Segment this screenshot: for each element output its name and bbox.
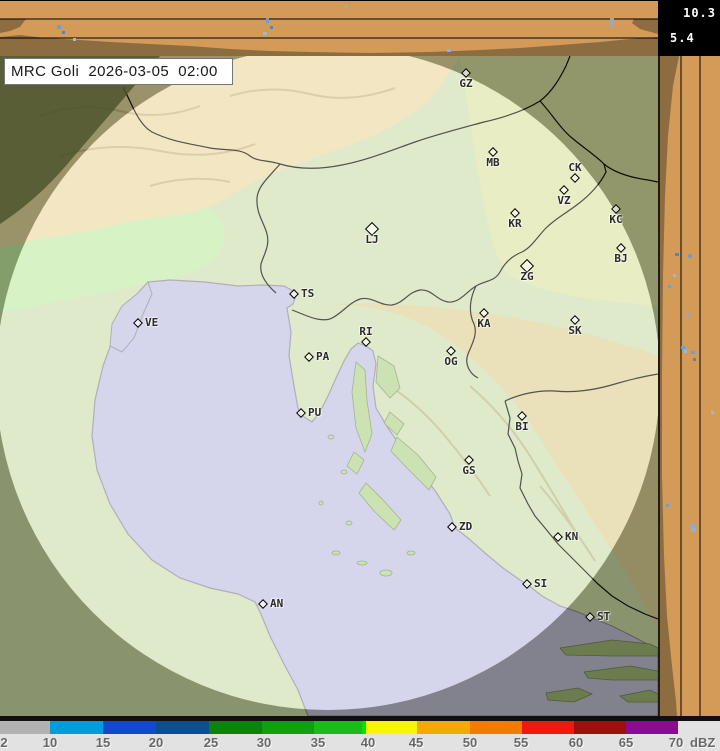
city-label-GZ: GZ <box>459 77 473 90</box>
right-echo-speck <box>675 253 679 256</box>
dbz-segment <box>366 721 417 734</box>
right-profile-graphic <box>658 56 720 716</box>
city-label-SK: SK <box>568 324 582 337</box>
dbz-tick-70: 70 <box>668 735 684 750</box>
right-echo-speck <box>691 351 695 354</box>
city-label-KR: KR <box>508 217 522 230</box>
top-echo-speck <box>270 26 273 29</box>
right-cross-section-profile <box>658 56 720 716</box>
city-label-VZ: VZ <box>557 194 571 207</box>
city-label-PA: PA <box>316 349 330 363</box>
top-echo-speck <box>62 31 65 34</box>
city-label-ZG: ZG <box>520 270 534 283</box>
dbz-tick-2: 2 <box>0 735 8 750</box>
dbz-segment <box>522 721 574 734</box>
radar-map <box>0 56 658 716</box>
dbz-tick-35: 35 <box>310 735 326 750</box>
dbz-tick-65: 65 <box>618 735 634 750</box>
city-label-BI: BI <box>515 420 529 433</box>
city-label-PU: PU <box>308 405 322 419</box>
top-echo-speck <box>266 18 269 23</box>
radar-display: 10.3 5.4 MRC Goli 2026-03-05 02:00 GZ MB… <box>0 0 720 751</box>
city-label-TS: TS <box>301 286 315 300</box>
dbz-tick-30: 30 <box>256 735 272 750</box>
top-echo-speck <box>73 38 76 41</box>
top-echo-speck <box>263 32 267 35</box>
right-echo-speck <box>711 411 714 414</box>
dbz-segment <box>626 721 678 734</box>
right-echo-speck <box>685 313 689 317</box>
profile-scale-box: 10.3 5.4 <box>658 0 720 56</box>
dbz-tick-45: 45 <box>408 735 424 750</box>
dbz-segment <box>417 721 470 734</box>
city-label-KA: KA <box>477 317 491 330</box>
map-graphic <box>0 56 658 716</box>
right-echo-speck <box>681 346 685 349</box>
right-echo-speck <box>684 350 687 353</box>
top-echo-speck <box>447 49 451 52</box>
dbz-segment <box>50 721 103 734</box>
city-label-BJ: BJ <box>614 252 628 265</box>
right-echo-speck <box>688 254 692 258</box>
city-label-GS: GS <box>462 464 476 477</box>
dbz-tick-20: 20 <box>148 735 164 750</box>
dbz-colorbar: 2 10 15 20 25 30 35 40 45 50 55 60 65 70 dBZ <box>0 716 720 751</box>
dbz-tick-50: 50 <box>462 735 478 750</box>
city-label-AN: AN <box>270 596 284 610</box>
profile-upper-value: 10.3 <box>683 6 716 20</box>
city-label-SI: SI <box>534 576 548 590</box>
top-echo-speck <box>345 5 347 8</box>
dbz-tick-15: 15 <box>95 735 111 750</box>
right-echo-speck <box>666 504 669 507</box>
city-label-ST: ST <box>597 609 611 623</box>
right-echo-speck <box>691 528 696 532</box>
top-echo-speck <box>57 25 61 29</box>
top-echo-speck <box>610 18 614 27</box>
dbz-segment <box>103 721 156 734</box>
right-echo-speck <box>673 274 676 277</box>
dbz-tick-55: 55 <box>513 735 529 750</box>
right-echo-speck <box>693 358 696 361</box>
city-label-CK: CK <box>568 161 582 174</box>
dbz-segment <box>0 721 50 734</box>
dbz-segment <box>262 721 314 734</box>
title-text: MRC Goli 2026-03-05 02:00 <box>11 63 218 80</box>
dbz-segment <box>156 721 209 734</box>
dbz-tick-10: 10 <box>42 735 58 750</box>
dbz-tick-40: 40 <box>360 735 376 750</box>
title-box: MRC Goli 2026-03-05 02:00 <box>4 58 233 85</box>
radar-range-circle <box>0 56 658 710</box>
dbz-tick-25: 25 <box>203 735 219 750</box>
dbz-segment <box>209 721 262 734</box>
colorbar-bar <box>0 721 678 734</box>
city-label-MB: MB <box>486 156 500 169</box>
dbz-segment <box>470 721 522 734</box>
city-label-KN: KN <box>565 529 579 543</box>
city-label-OG: OG <box>444 355 458 368</box>
top-profile-graphic <box>0 1 658 57</box>
profile-lower-value: 5.4 <box>670 31 695 45</box>
top-cross-section-profile <box>0 0 658 57</box>
city-label-KC: KC <box>609 213 623 226</box>
city-label-VE: VE <box>145 315 159 329</box>
right-echo-speck <box>668 285 671 288</box>
dbz-unit-label: dBZ <box>690 735 716 750</box>
dbz-segment <box>574 721 626 734</box>
city-label-LJ: LJ <box>365 233 379 246</box>
city-label-ZD: ZD <box>459 519 473 533</box>
dbz-tick-60: 60 <box>568 735 584 750</box>
dbz-segment <box>314 721 362 734</box>
city-label-RI: RI <box>359 325 373 338</box>
